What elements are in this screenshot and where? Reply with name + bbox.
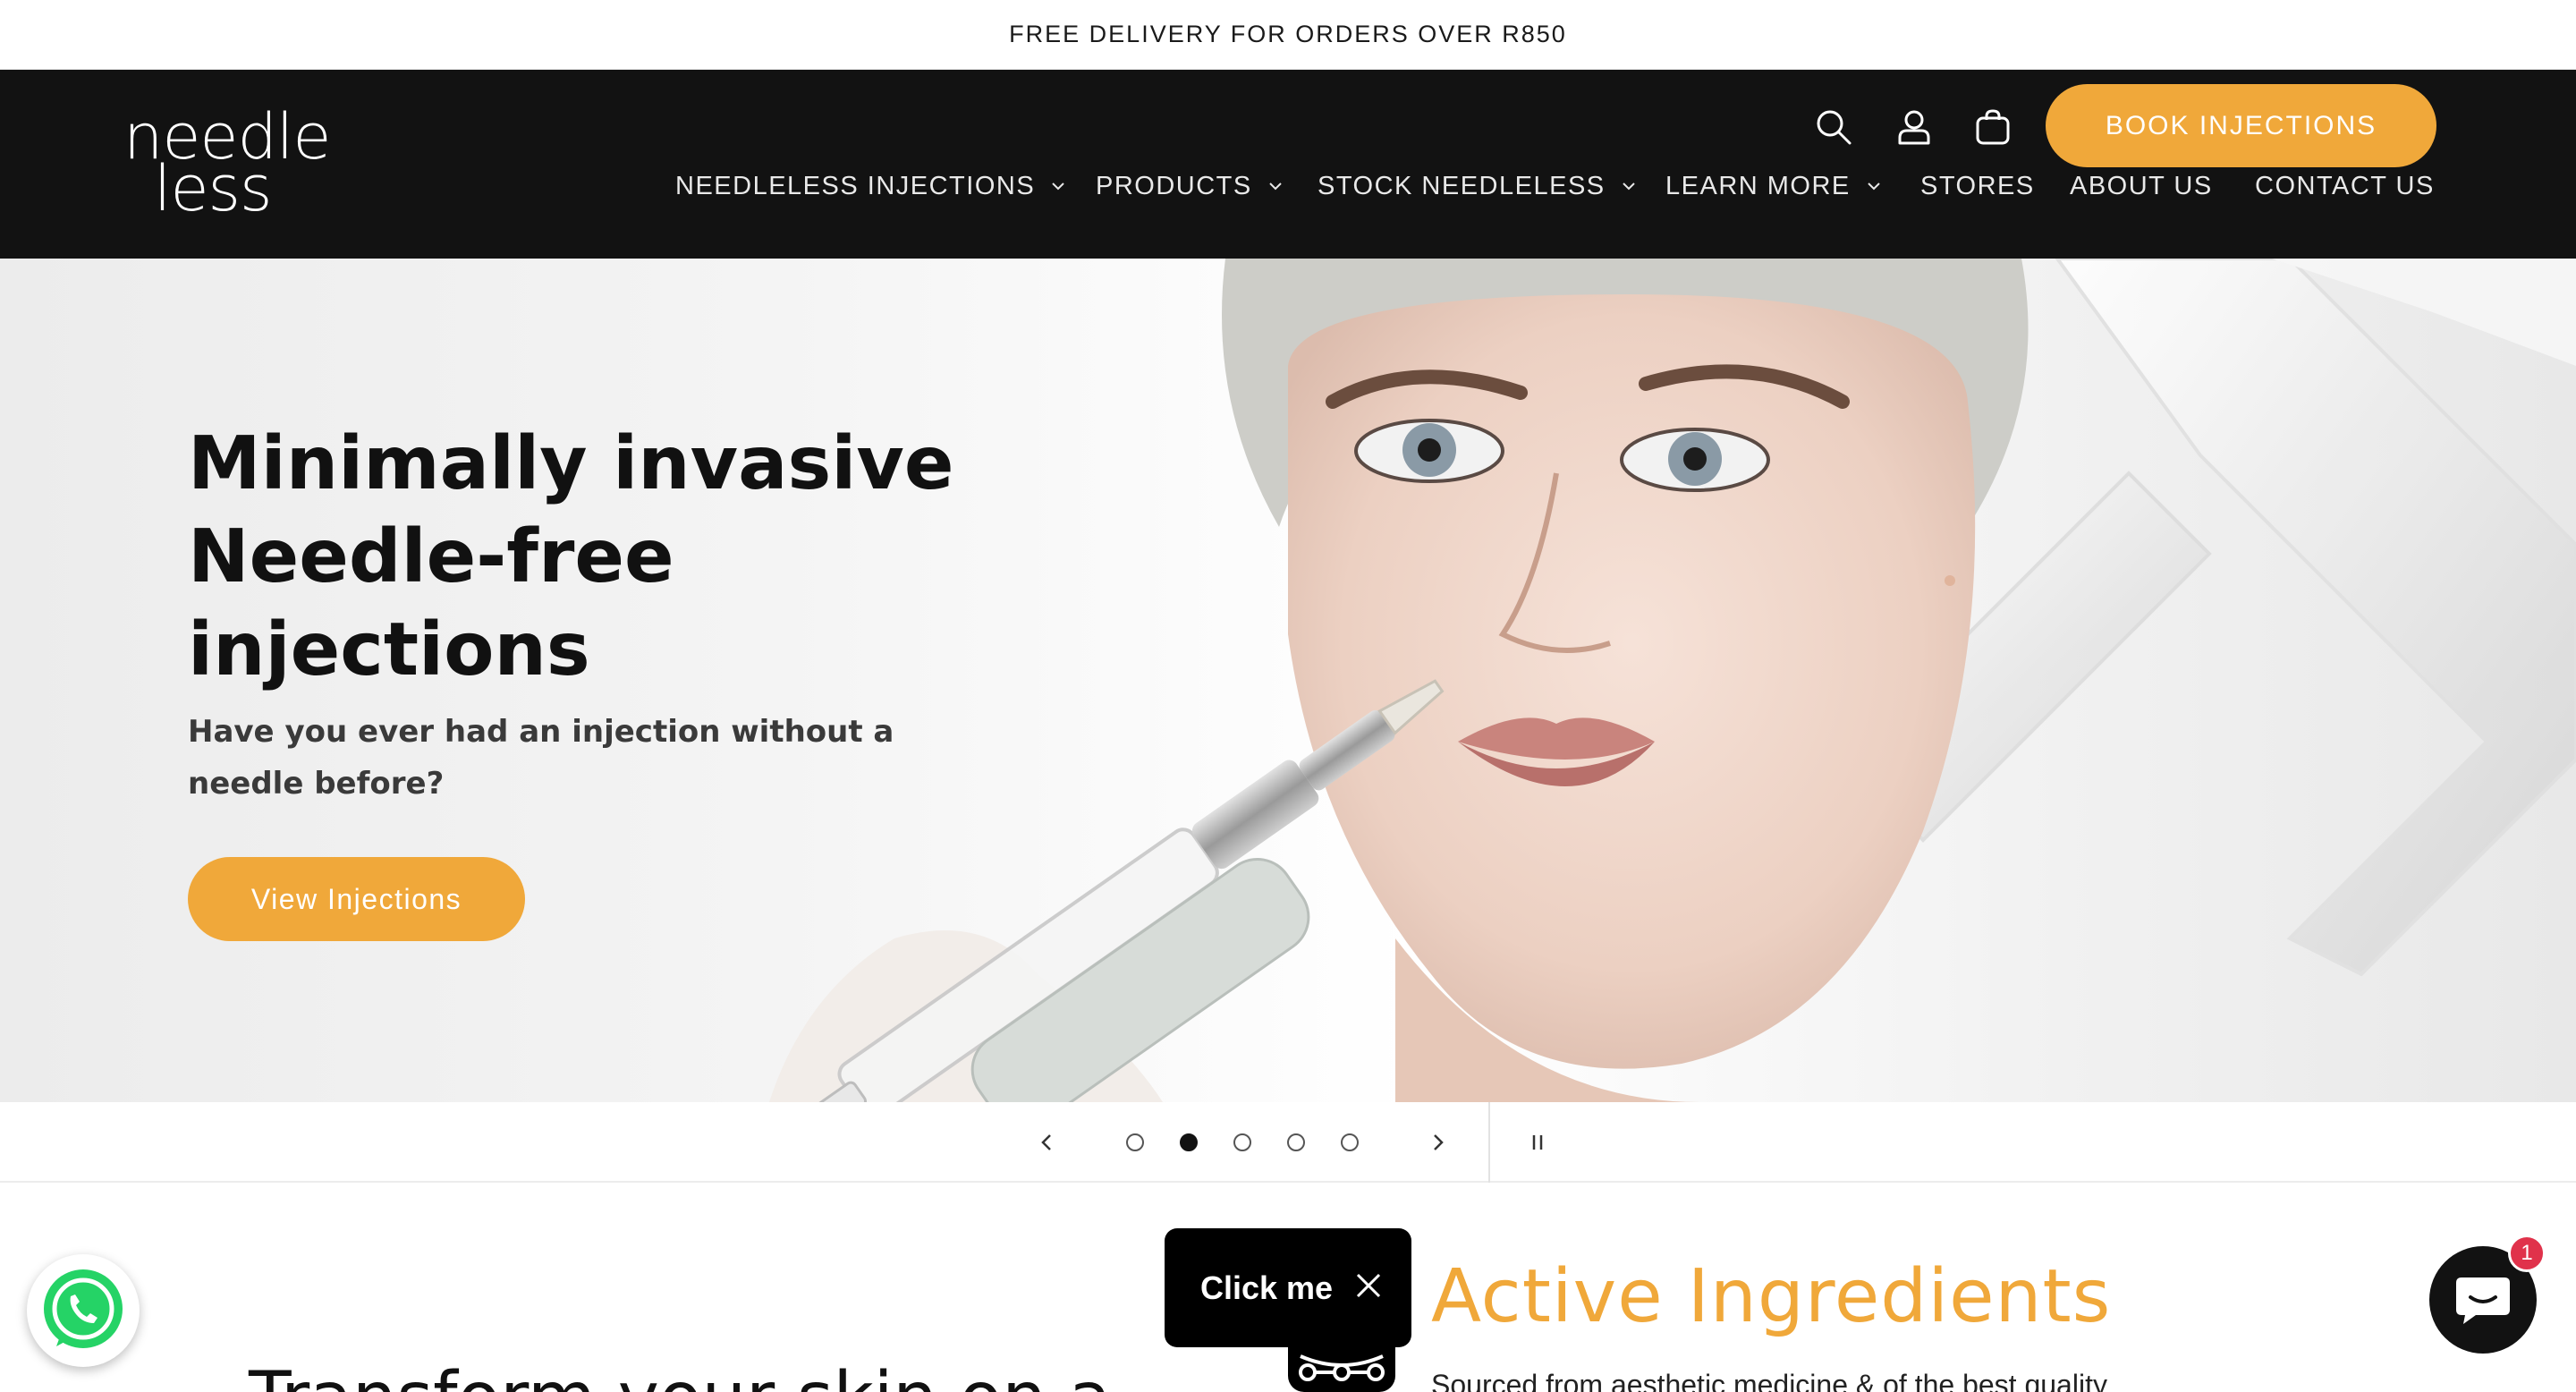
announcement-bar: FREE DELIVERY FOR ORDERS OVER R850 [0, 0, 2576, 70]
active-ingredients-text: Sourced from aesthetic medicine & of the… [1431, 1369, 2107, 1392]
slide-dot-5[interactable] [1341, 1133, 1359, 1151]
chevron-left-icon[interactable] [1027, 1122, 1068, 1163]
nav-about-us[interactable]: ABOUT US [2070, 166, 2213, 206]
account-icon[interactable] [1887, 100, 1941, 154]
chevron-down-icon [1052, 182, 1064, 191]
chat-notification-badge: 1 [2508, 1235, 2546, 1272]
nav-stock-needleless[interactable]: STOCK NEEDLELESS [1318, 166, 1636, 206]
hero-title-line: Needle-free [188, 514, 674, 599]
nav-label: STOCK NEEDLELESS [1318, 171, 1606, 200]
active-ingredients-title: Active Ingredients [1431, 1254, 2112, 1339]
nav-learn-more[interactable]: LEARN MORE [1665, 166, 1881, 206]
nav-label: ABOUT US [2070, 171, 2213, 200]
pause-icon[interactable] [1517, 1122, 1558, 1163]
nav-products[interactable]: PRODUCTS [1096, 166, 1283, 206]
slide-dot-4[interactable] [1287, 1133, 1305, 1151]
nav-needleless-injections[interactable]: NEEDLELESS INJECTIONS [675, 166, 1065, 206]
whatsapp-icon [44, 1269, 123, 1348]
hero-banner: Minimally invasive Needle-free injection… [0, 259, 2576, 1102]
cart-icon[interactable] [1966, 100, 2020, 154]
hero-subtitle: Have you ever had an injection without a… [188, 714, 894, 802]
hero-title-line: injections [188, 607, 590, 692]
chat-bubble-icon [2456, 1277, 2510, 1324]
slide-dot-3[interactable] [1233, 1133, 1251, 1151]
nav-label: CONTACT US [2255, 171, 2435, 200]
book-injections-button[interactable]: BOOK INJECTIONS [2046, 84, 2436, 167]
slide-dot-1[interactable] [1126, 1133, 1144, 1151]
announcement-text: FREE DELIVERY FOR ORDERS OVER R850 [1009, 21, 1567, 47]
nav-stores[interactable]: STORES [1920, 166, 2035, 206]
close-icon[interactable] [1352, 1269, 1385, 1302]
site-header: needle less BOOK INJECTIONS NEEDLELESS I… [0, 70, 2576, 259]
nav-label: STORES [1920, 171, 2035, 200]
nav-label: NEEDLELESS INJECTIONS [675, 171, 1036, 200]
nav-label: LEARN MORE [1665, 171, 1851, 200]
section-heading: Transform your skin on a [249, 1358, 1111, 1392]
click-me-label: Click me [1200, 1269, 1334, 1306]
nav-contact-us[interactable]: CONTACT US [2255, 166, 2435, 206]
hero-title: Minimally invasive Needle-free injection… [188, 418, 1082, 697]
search-icon[interactable] [1807, 100, 1860, 154]
slideshow-controls [0, 1102, 2576, 1183]
whatsapp-button[interactable] [27, 1254, 140, 1367]
chevron-down-icon [1269, 182, 1282, 191]
chevron-right-icon[interactable] [1417, 1122, 1458, 1163]
hero-title-line: Minimally invasive [188, 421, 954, 506]
view-injections-button[interactable]: View Injections [188, 857, 525, 941]
divider [1488, 1102, 1490, 1183]
chevron-down-icon [1868, 182, 1880, 191]
click-me-popup[interactable]: Click me [1165, 1228, 1411, 1347]
chevron-down-icon [1622, 182, 1635, 191]
slide-dot-2[interactable] [1180, 1133, 1198, 1151]
main-nav: NEEDLELESS INJECTIONS PRODUCTS STOCK NEE… [0, 166, 2576, 206]
nav-label: PRODUCTS [1096, 171, 1252, 200]
